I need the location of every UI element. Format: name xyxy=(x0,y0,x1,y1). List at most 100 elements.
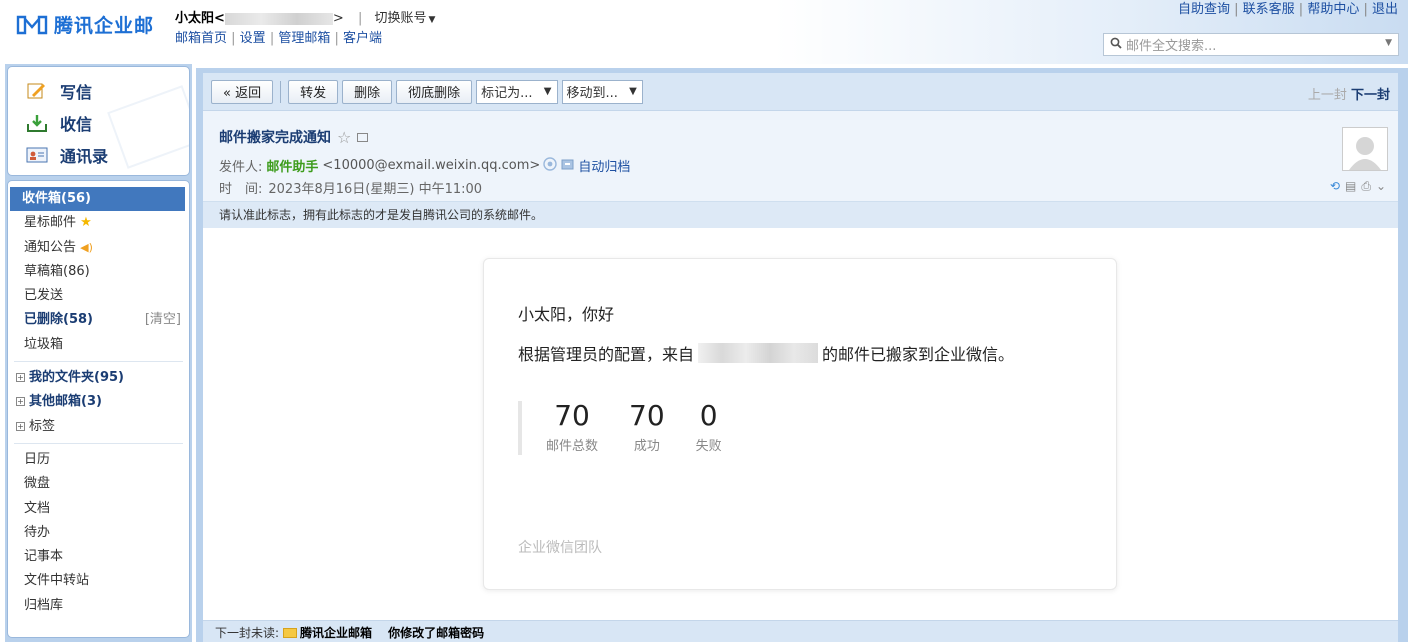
next-unread-bar: 下一封未读: 腾讯企业邮箱 你修改了邮箱密码 xyxy=(203,620,1398,642)
tags-label: 标签 xyxy=(29,418,56,434)
left-sidebar: 写信 收信 通讯录 收件箱(56) 星标邮件 ★ 通知公告 ◀) 草稿箱(86)… xyxy=(5,64,192,642)
stat-success-value: 70 xyxy=(629,399,665,432)
link-settings[interactable]: 设置 xyxy=(240,31,266,46)
brand-logo[interactable]: 腾讯企业邮 xyxy=(16,11,154,38)
search-box[interactable]: 邮件全文搜索... ▼ xyxy=(1103,33,1399,56)
other-mailboxes-label: 其他邮箱(3) xyxy=(29,394,102,410)
top-bar: 腾讯企业邮 小太阳< > | 切换账号 ▼ 邮箱首页 | 设置 | 管理邮箱 | 客… xyxy=(0,0,1408,64)
mail-body: 根据管理员的配置，来自 的邮件已搬家到企业微信。 xyxy=(518,341,1116,365)
expand-icon[interactable]: + xyxy=(16,373,25,383)
body-text-post: 的邮件已搬家到企业微信。 xyxy=(822,345,1015,364)
folder-spam[interactable]: 垃圾箱 xyxy=(8,333,189,357)
speaker-icon: ◀) xyxy=(80,240,93,254)
app-notebook[interactable]: 记事本 xyxy=(8,545,189,569)
next-mail-link[interactable]: 下一封 xyxy=(1351,88,1390,103)
my-folders-label: 我的文件夹(95) xyxy=(29,370,124,386)
stat-success: 70 成功 xyxy=(629,401,665,455)
mail-navigation: 上一封 下一封 xyxy=(1308,84,1390,103)
folder-sent[interactable]: 已发送 xyxy=(8,284,189,308)
expand-icon[interactable]: + xyxy=(16,421,25,431)
chevron-down-icon: ▼ xyxy=(629,86,637,97)
link-client[interactable]: 客户端 xyxy=(343,31,382,46)
caret-down-icon: ▼ xyxy=(428,15,436,25)
mail-subject-text: 邮件搬家完成通知 xyxy=(219,130,331,146)
back-button[interactable]: « 返回 xyxy=(211,79,274,104)
link-help-center[interactable]: 帮助中心 xyxy=(1307,2,1359,17)
stat-failed-label: 失败 xyxy=(695,439,722,454)
account-name: 小太阳< xyxy=(175,11,225,26)
archive-icon xyxy=(561,158,574,174)
print-icon[interactable]: ⎙ xyxy=(1361,179,1371,194)
app-documents[interactable]: 文档 xyxy=(8,497,189,521)
redacted-source xyxy=(698,343,819,363)
more-icon[interactable]: ⌄ xyxy=(1376,179,1386,194)
link-self-service[interactable]: 自助查询 xyxy=(1178,2,1230,17)
move-to-label: 移动到... xyxy=(566,86,618,101)
signature: 企业微信团队 xyxy=(518,540,602,556)
folder-notice-label: 通知公告 xyxy=(24,239,77,255)
link-logout[interactable]: 退出 xyxy=(1372,2,1398,17)
folder-deleted[interactable]: 已删除(58) [清空] xyxy=(8,308,189,332)
stat-total: 70 邮件总数 xyxy=(546,401,598,455)
folder-inbox[interactable]: 收件箱(56) xyxy=(10,187,185,212)
folder-other-mailboxes[interactable]: + 其他邮箱(3) xyxy=(8,390,189,414)
right-links: 自助查询 | 联系客服 | 帮助中心 | 退出 xyxy=(1177,2,1398,17)
next-unread-subject[interactable]: 你修改了邮箱密码 xyxy=(388,620,484,642)
sender-avatar[interactable] xyxy=(1342,127,1388,171)
write-icon xyxy=(26,81,48,101)
link-mailbox-home[interactable]: 邮箱首页 xyxy=(175,31,227,46)
popout-icon[interactable] xyxy=(357,132,369,142)
sender-name[interactable]: 邮件助手 xyxy=(266,156,318,175)
receive-icon xyxy=(26,113,48,133)
app-calendar[interactable]: 日历 xyxy=(8,448,189,472)
search-icon xyxy=(1110,37,1122,53)
mark-as-select[interactable]: 标记为... ▼ xyxy=(476,79,558,104)
search-input[interactable]: 邮件全文搜索... xyxy=(1126,35,1216,54)
link-contact-support[interactable]: 联系客服 xyxy=(1243,2,1295,17)
folder-my-folders[interactable]: + 我的文件夹(95) xyxy=(8,366,189,390)
delete-permanently-button[interactable]: 彻底删除 xyxy=(396,79,473,104)
stat-success-label: 成功 xyxy=(633,439,660,454)
app-weipan[interactable]: 微盘 xyxy=(8,472,189,496)
divider xyxy=(14,442,183,444)
account-info: 小太阳< > | 切换账号 ▼ xyxy=(175,11,436,26)
search-dropdown-icon[interactable]: ▼ xyxy=(1385,38,1392,48)
receive-mail-label: 收信 xyxy=(60,115,93,134)
migration-stats: 70 邮件总数 70 成功 0 失败 xyxy=(518,401,1116,455)
sender-email: <10000@exmail.weixin.qq.com> xyxy=(322,158,541,173)
star-icon: ★ xyxy=(80,215,92,231)
star-outline-icon[interactable]: ☆ xyxy=(337,128,351,147)
contacts-icon xyxy=(26,145,48,165)
delete-button[interactable]: 删除 xyxy=(342,79,393,104)
stat-total-label: 邮件总数 xyxy=(546,439,599,454)
switch-account-label: 切换账号 xyxy=(374,11,427,26)
body-text-pre: 根据管理员的配置，来自 xyxy=(518,345,695,364)
quick-actions: 写信 收信 通讯录 xyxy=(7,66,190,176)
switch-account-link[interactable]: 切换账号 ▼ xyxy=(374,11,435,26)
stat-failed: 0 失败 xyxy=(696,401,722,455)
clear-deleted-link[interactable]: [清空] xyxy=(145,308,181,332)
auto-archive-link[interactable]: 自动归档 xyxy=(578,156,630,175)
divider xyxy=(280,80,282,103)
prev-mail-link[interactable]: 上一封 xyxy=(1308,88,1347,103)
mail-header: 邮件搬家完成通知 ☆ 发件人: 邮件助手 <10000@exmail.weixi… xyxy=(203,111,1398,201)
folder-drafts[interactable]: 草稿箱(86) xyxy=(8,260,189,284)
app-todo[interactable]: 待办 xyxy=(8,521,189,545)
mail-content-card: 小太阳，你好 根据管理员的配置，来自 的邮件已搬家到企业微信。 70 邮件总数 … xyxy=(483,258,1117,590)
reply-icon[interactable]: ⟲ xyxy=(1330,179,1340,194)
move-to-select[interactable]: 移动到... ▼ xyxy=(561,79,643,104)
folder-notice[interactable]: 通知公告 ◀) xyxy=(8,236,189,260)
app-archive[interactable]: 归档库 xyxy=(8,594,189,618)
link-manage-mailbox[interactable]: 管理邮箱 xyxy=(278,31,330,46)
forward-button[interactable]: 转发 xyxy=(288,79,339,104)
mail-view: « 返回 转发 删除 彻底删除 标记为... ▼ 移动到... ▼ 上一封 下一封 … xyxy=(203,73,1398,642)
folder-tags[interactable]: + 标签 xyxy=(8,415,189,439)
app-file-transfer[interactable]: 文件中转站 xyxy=(8,569,189,593)
note-icon[interactable]: ▤ xyxy=(1345,179,1356,194)
folder-starred[interactable]: 星标邮件 ★ xyxy=(8,211,189,235)
expand-icon[interactable]: + xyxy=(16,397,25,407)
redacted-email xyxy=(224,12,333,25)
next-unread-sender[interactable]: 腾讯企业邮箱 xyxy=(300,620,372,642)
stat-failed-value: 0 xyxy=(699,399,718,432)
mail-subject: 邮件搬家完成通知 ☆ xyxy=(219,127,1398,147)
